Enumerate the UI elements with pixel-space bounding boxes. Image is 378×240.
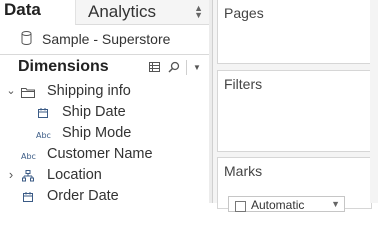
dimension-label: Shipping info — [47, 83, 131, 99]
tab-data-label: Data — [4, 0, 41, 19]
dimension-folder-shipping-info[interactable]: ⌄ Shipping info — [0, 82, 209, 103]
dimension-label: Customer Name — [47, 146, 153, 162]
string-type-icon: Abc — [36, 131, 51, 140]
mark-type-value: Automatic — [251, 198, 305, 212]
divider — [0, 54, 209, 55]
dimension-label: Location — [47, 167, 102, 183]
tab-data[interactable]: Data — [0, 0, 74, 25]
database-icon — [21, 31, 32, 45]
divider — [186, 60, 187, 75]
chevron-down-icon: ▼ — [331, 199, 340, 209]
dimension-label: Ship Date — [62, 104, 126, 120]
dimension-field-ship-date[interactable]: Ship Date — [0, 103, 209, 124]
dimension-hierarchy-location[interactable]: › Location — [0, 166, 209, 187]
mark-type-dropdown[interactable]: Automatic ▼ — [228, 196, 345, 212]
pages-shelf-title: Pages — [224, 5, 264, 21]
dimension-label: Order Date — [47, 188, 119, 204]
hierarchy-icon — [22, 170, 34, 182]
dimension-label: Ship Mode — [62, 125, 132, 141]
string-type-icon: Abc — [21, 152, 36, 161]
chevron-right-icon[interactable]: › — [6, 167, 16, 182]
tab-scroll-arrows-icon[interactable]: ▲ ▼ — [194, 4, 203, 20]
data-pane: Data Analytics ▲ ▼ Sample - Superstore Di… — [0, 0, 209, 204]
chevron-down-icon[interactable]: ⌄ — [6, 84, 16, 97]
marks-card-title: Marks — [224, 163, 263, 179]
mark-type-icon — [235, 201, 246, 212]
dimensions-title: Dimensions — [18, 58, 109, 75]
dimensions-header: Dimensions ▼ — [0, 57, 209, 79]
chevron-down-icon[interactable]: ▼ — [193, 63, 201, 72]
search-icon[interactable] — [168, 61, 180, 73]
scrollbar-gutter — [370, 0, 378, 203]
pages-shelf[interactable]: Pages — [217, 0, 372, 64]
datasource-name: Sample - Superstore — [42, 31, 171, 47]
dimension-field-customer-name[interactable]: Abc Customer Name — [0, 145, 209, 166]
datasource-item[interactable]: Sample - Superstore — [0, 27, 209, 53]
filters-shelf[interactable]: Filters — [217, 70, 372, 152]
folder-icon — [21, 88, 35, 98]
calendar-icon — [38, 108, 48, 118]
dimension-field-order-date[interactable]: Order Date — [0, 187, 209, 208]
tab-analytics[interactable]: Analytics ▲ ▼ — [75, 0, 209, 25]
marks-card: Marks Automatic ▼ — [217, 157, 372, 212]
dimension-field-ship-mode[interactable]: Abc Ship Mode — [0, 124, 209, 145]
calendar-icon — [23, 192, 33, 202]
tab-analytics-label: Analytics — [88, 2, 157, 21]
filters-shelf-title: Filters — [224, 76, 263, 92]
view-data-icon[interactable] — [149, 62, 160, 72]
